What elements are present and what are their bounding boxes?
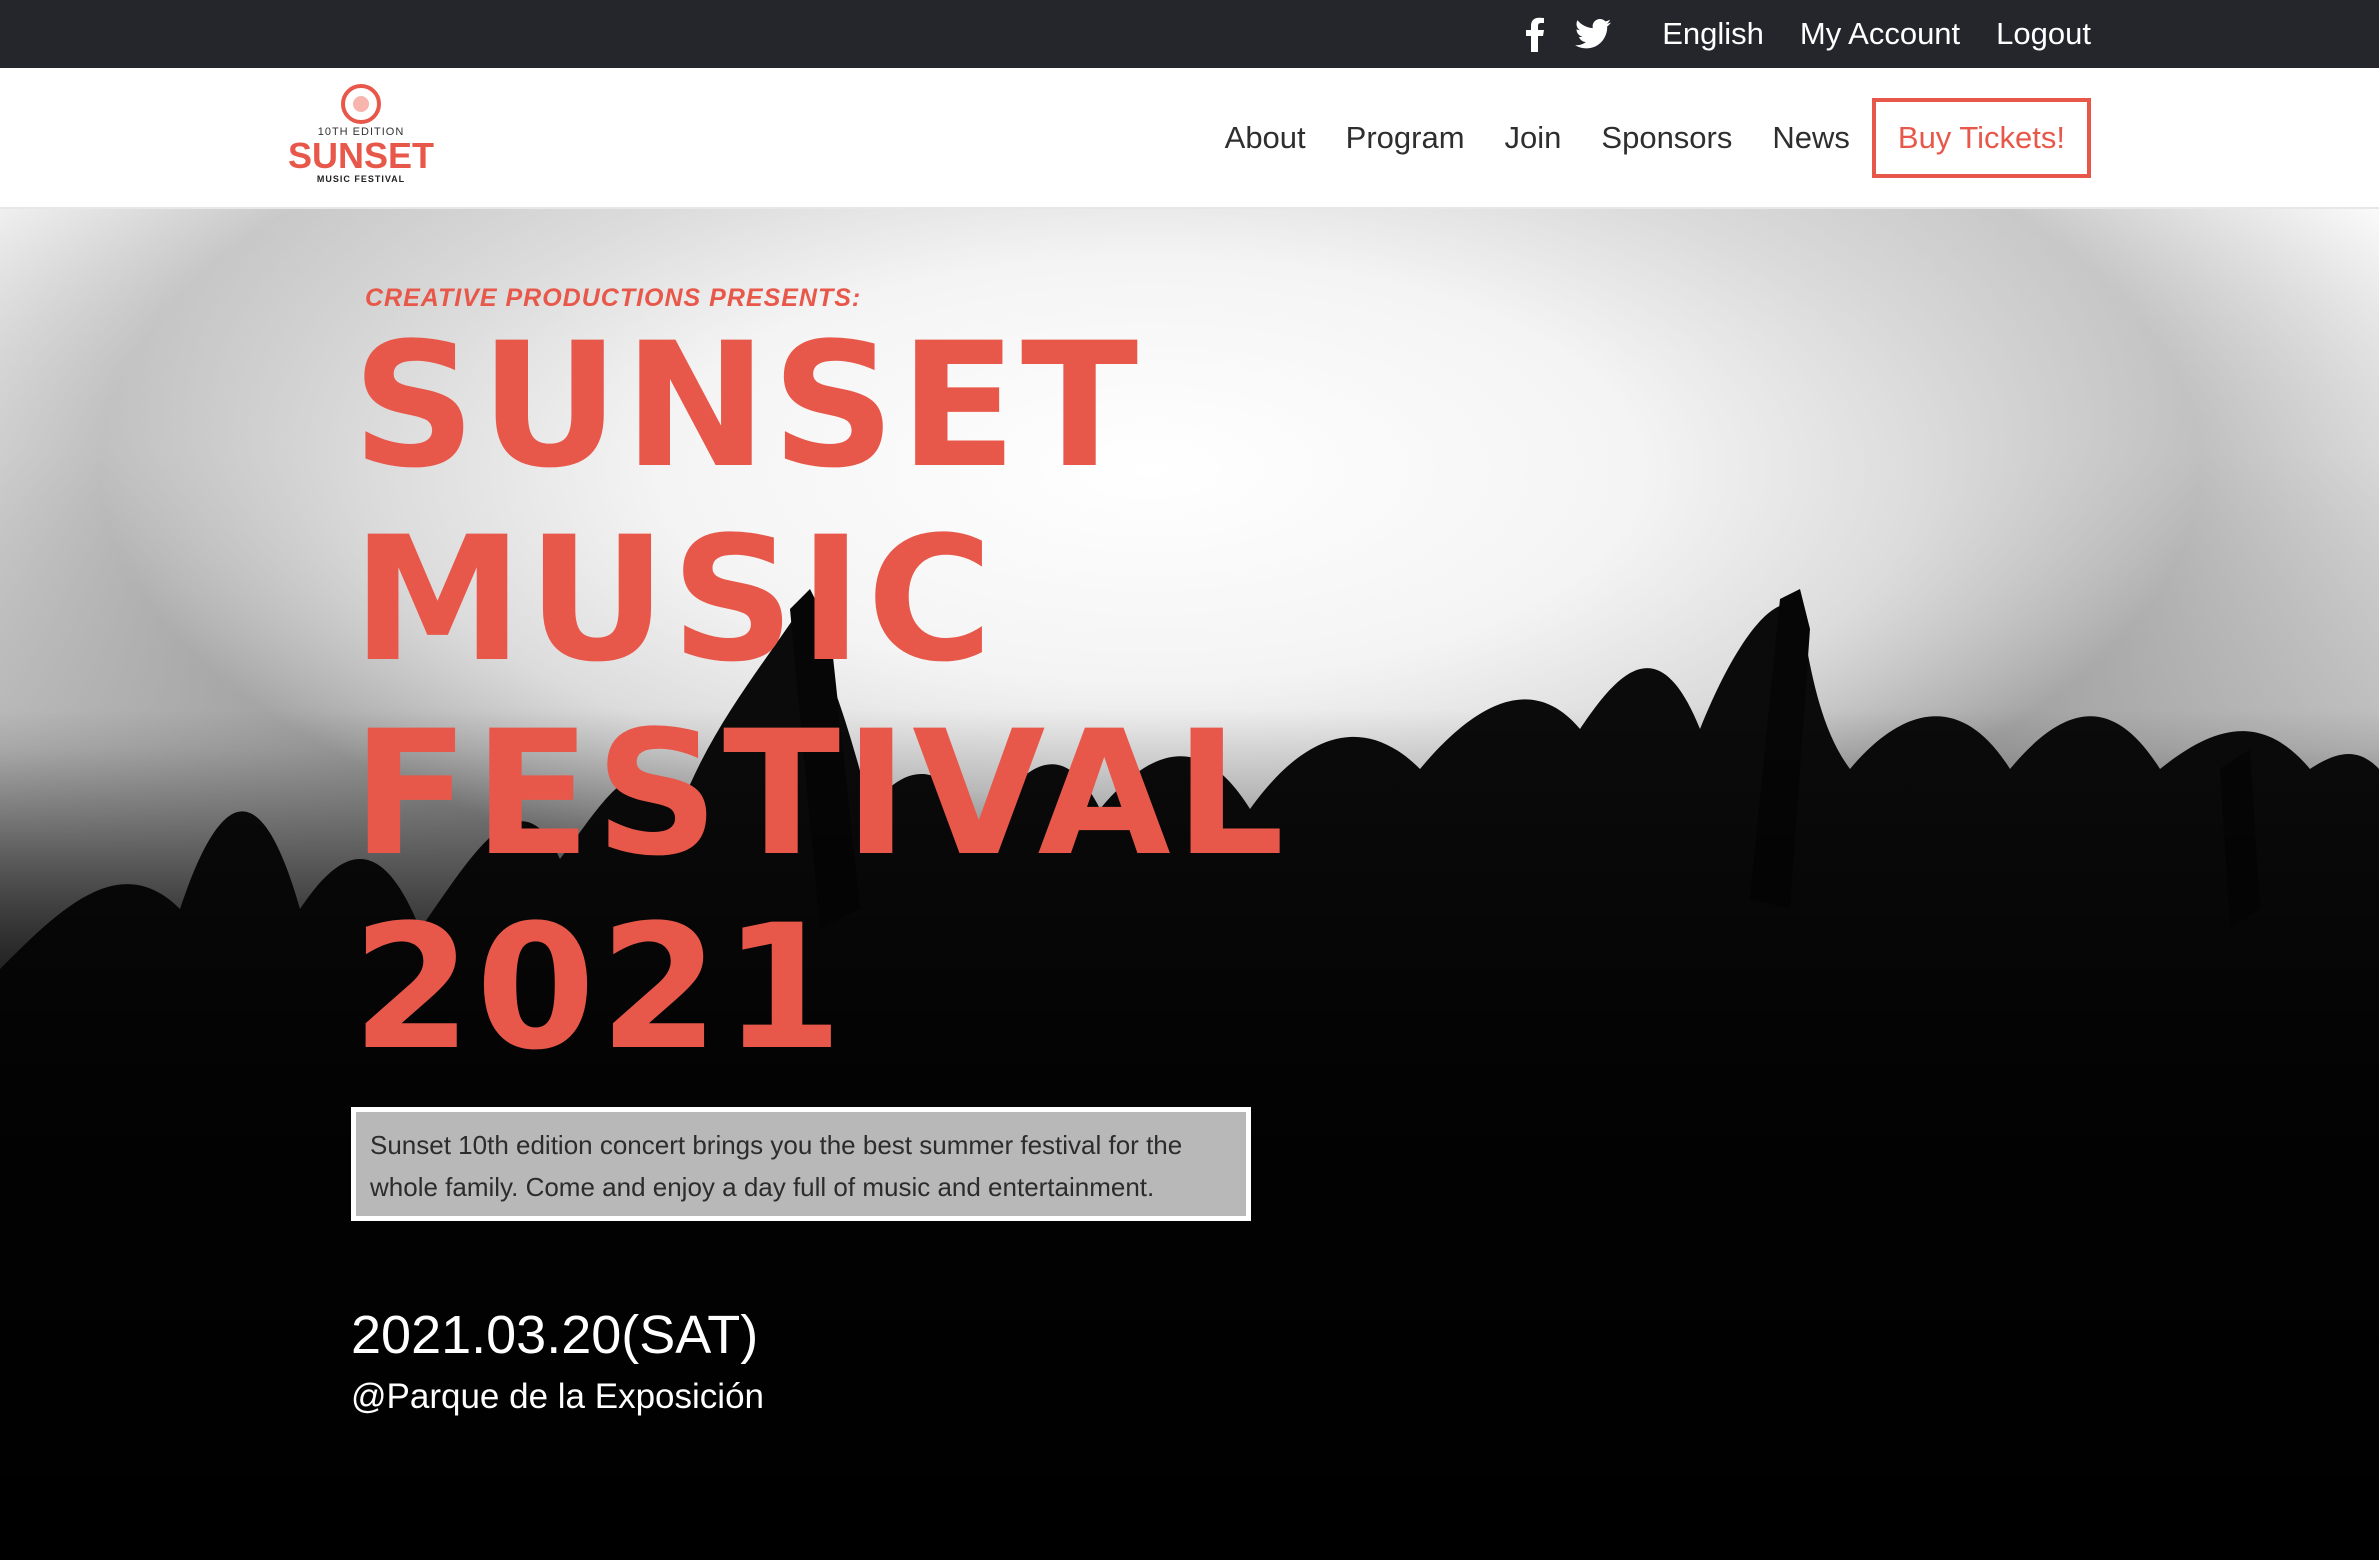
festival-venue: @Parque de la Exposición — [351, 1377, 764, 1416]
hero-section: CREATIVE PRODUCTIONS PRESENTS: SUNSET MU… — [0, 209, 2379, 1560]
language-link[interactable]: English — [1662, 16, 1764, 52]
logo-word: SUNSET — [287, 135, 435, 176]
nav-sponsors[interactable]: Sponsors — [1601, 120, 1732, 156]
festival-title: SUNSET MUSIC FESTIVAL 2021 — [352, 309, 1288, 1085]
nav-menu: About Program Join Sponsors News Buy Tic… — [1185, 98, 2091, 178]
nav-join[interactable]: Join — [1505, 120, 1562, 156]
title-line-1: SUNSET — [352, 305, 1143, 506]
title-line-4: 2021 — [352, 887, 847, 1088]
festival-date: 2021.03.20(SAT) — [351, 1305, 759, 1365]
facebook-icon[interactable] — [1516, 15, 1554, 53]
logo-circle-icon — [341, 84, 381, 124]
festival-description: Sunset 10th edition concert brings you t… — [351, 1107, 1251, 1221]
nav-program[interactable]: Program — [1346, 120, 1465, 156]
nav-about[interactable]: About — [1225, 120, 1306, 156]
festival-logo[interactable]: 10TH EDITION SUNSET MUSIC FESTIVAL — [288, 84, 434, 196]
twitter-icon[interactable] — [1574, 15, 1612, 53]
nav-news[interactable]: News — [1772, 120, 1850, 156]
main-navbar: 10TH EDITION SUNSET MUSIC FESTIVAL About… — [0, 68, 2379, 209]
title-line-3: FESTIVAL — [352, 693, 1289, 894]
title-line-2: MUSIC — [352, 499, 997, 700]
top-bar: English My Account Logout — [0, 0, 2379, 68]
logo-sub: MUSIC FESTIVAL — [316, 174, 406, 184]
logout-link[interactable]: Logout — [1996, 16, 2091, 52]
buy-tickets-button[interactable]: Buy Tickets! — [1871, 98, 2091, 178]
my-account-link[interactable]: My Account — [1800, 16, 1960, 52]
